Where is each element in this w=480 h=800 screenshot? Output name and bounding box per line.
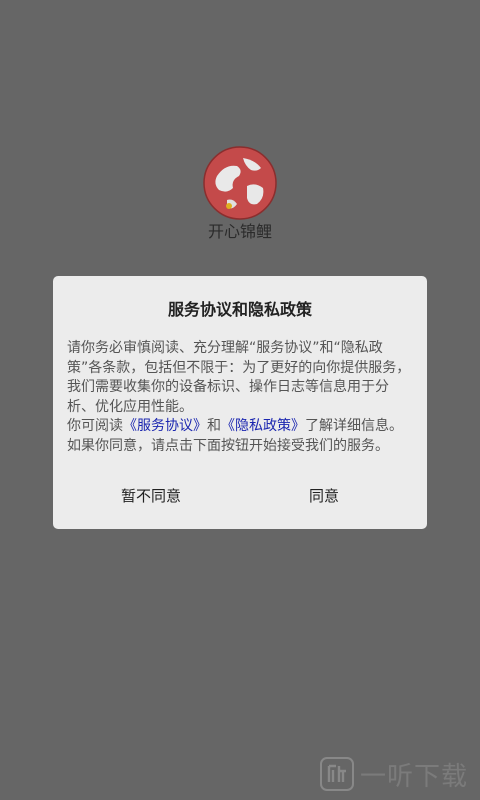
splash-screen: 开心锦鲤 服务协议和隐私政策 请你务必审慎阅读、充分理解“服务协议”和“隐私政策… xyxy=(0,0,480,800)
app-name: 开心锦鲤 xyxy=(207,222,272,241)
dialog-body: 请你务必审慎阅读、充分理解“服务协议”和“隐私政策”各条款，包括但不限于：为了更… xyxy=(67,339,411,456)
service-agreement-link[interactable]: 《服务协议》 xyxy=(123,418,207,434)
dialog-title: 服务协议和隐私政策 xyxy=(167,300,312,319)
dialog-paragraph: 请你务必审慎阅读、充分理解“服务协议”和“隐私政策”各条款，包括但不限于：为了更… xyxy=(67,340,411,415)
privacy-policy-link[interactable]: 《隐私政策》 xyxy=(221,418,305,434)
privacy-dialog: 服务协议和隐私政策 请你务必审慎阅读、充分理解“服务协议”和“隐私政策”各条款，… xyxy=(53,276,427,529)
watermark-text: 一听下载 xyxy=(360,761,469,792)
agree-button[interactable]: 同意 xyxy=(309,485,339,506)
listen-logo-icon xyxy=(320,757,354,791)
disagree-button[interactable]: 暂不同意 xyxy=(121,485,181,506)
red-globe-icon xyxy=(203,146,277,220)
dialog-paragraph-links: 你可阅读《服务协议》和《隐私政策》了解详细信息。如果你同意，请点击下面按钮开始接… xyxy=(67,417,411,456)
text-prefix: 你可阅读 xyxy=(67,418,123,434)
watermark: 一听下载 xyxy=(320,756,470,792)
text-and: 和 xyxy=(207,418,221,434)
